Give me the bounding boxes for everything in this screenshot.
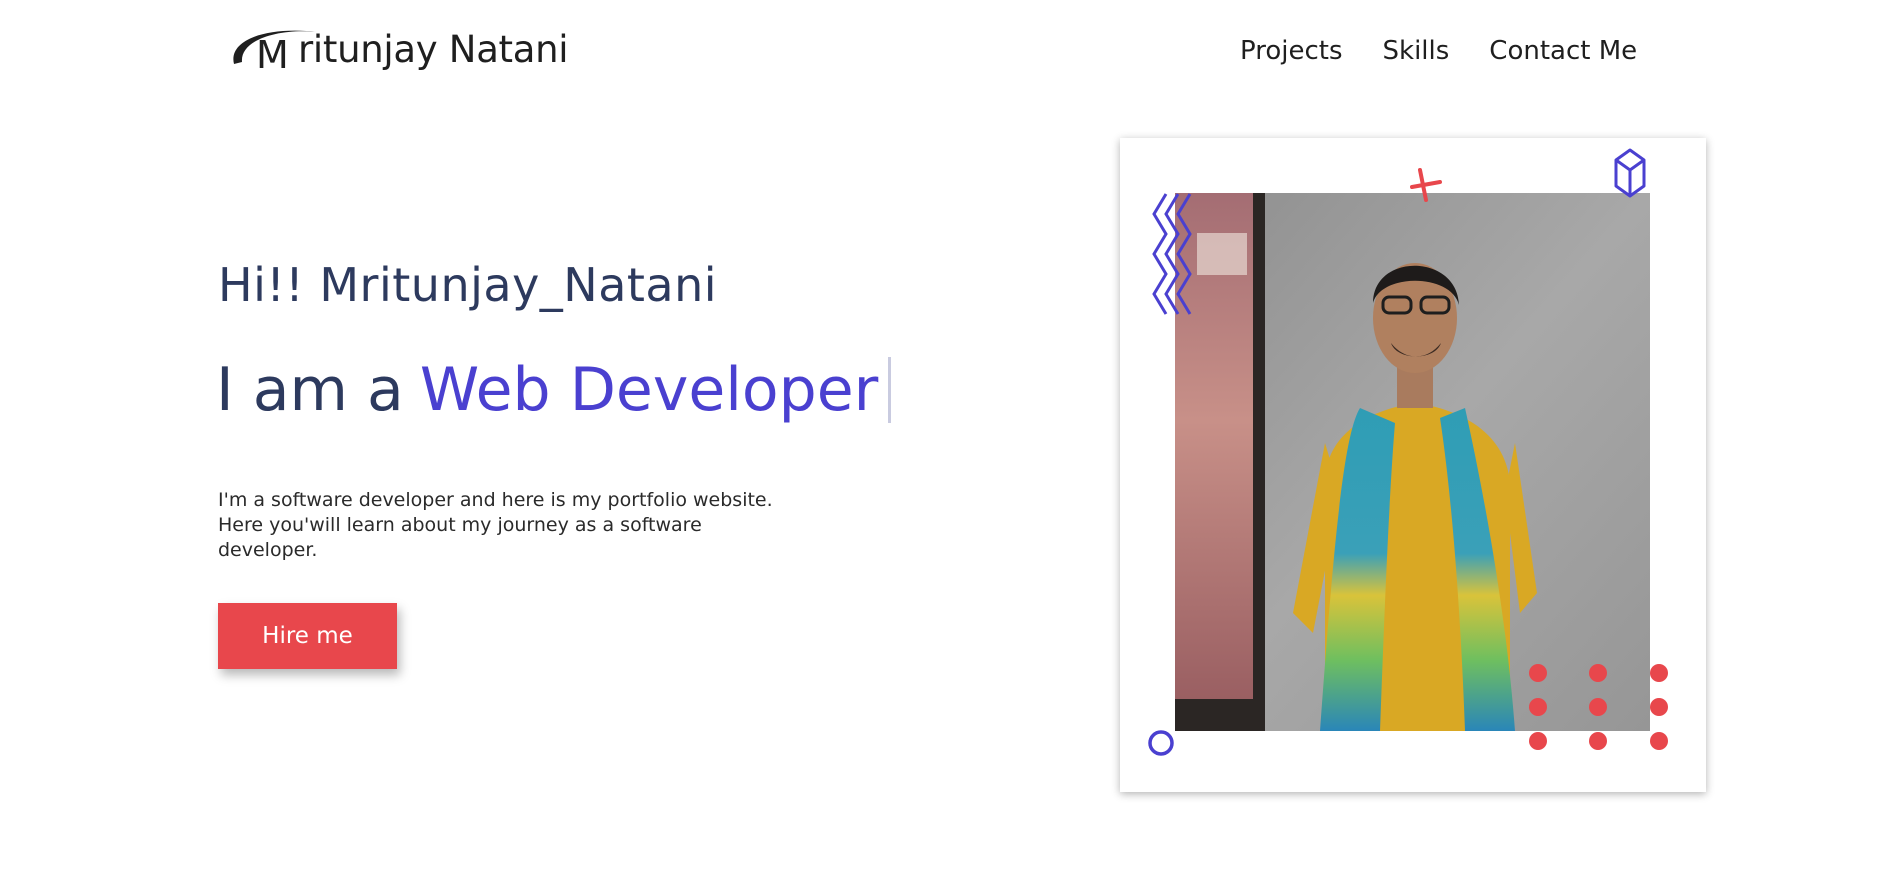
nav-contact[interactable]: Contact Me (1489, 36, 1637, 66)
typing-caret (888, 357, 892, 423)
profile-photo (1175, 193, 1650, 731)
cube-icon (1614, 148, 1646, 198)
role-prefix: I am a (216, 355, 404, 425)
nav-projects[interactable]: Projects (1240, 36, 1343, 66)
svg-text:M: M (256, 33, 289, 77)
profile-card (1120, 138, 1706, 792)
hire-me-button[interactable]: Hire me (218, 603, 397, 669)
logo-mark-icon: M (226, 18, 318, 77)
intro-text: I'm a software developer and here is my … (218, 489, 773, 561)
logo-text: ritunjay Natani (298, 28, 569, 71)
logo[interactable]: M ritunjay Natani (226, 18, 569, 77)
nav-skills[interactable]: Skills (1383, 36, 1450, 66)
role-text: Web Developer (419, 355, 879, 425)
main-nav: Projects Skills Contact Me (1240, 36, 1637, 66)
greeting: Hi!! Mritunjay_Natani (218, 258, 718, 312)
role-line: I am a Web Developer (216, 355, 892, 425)
circle-icon (1148, 730, 1174, 756)
